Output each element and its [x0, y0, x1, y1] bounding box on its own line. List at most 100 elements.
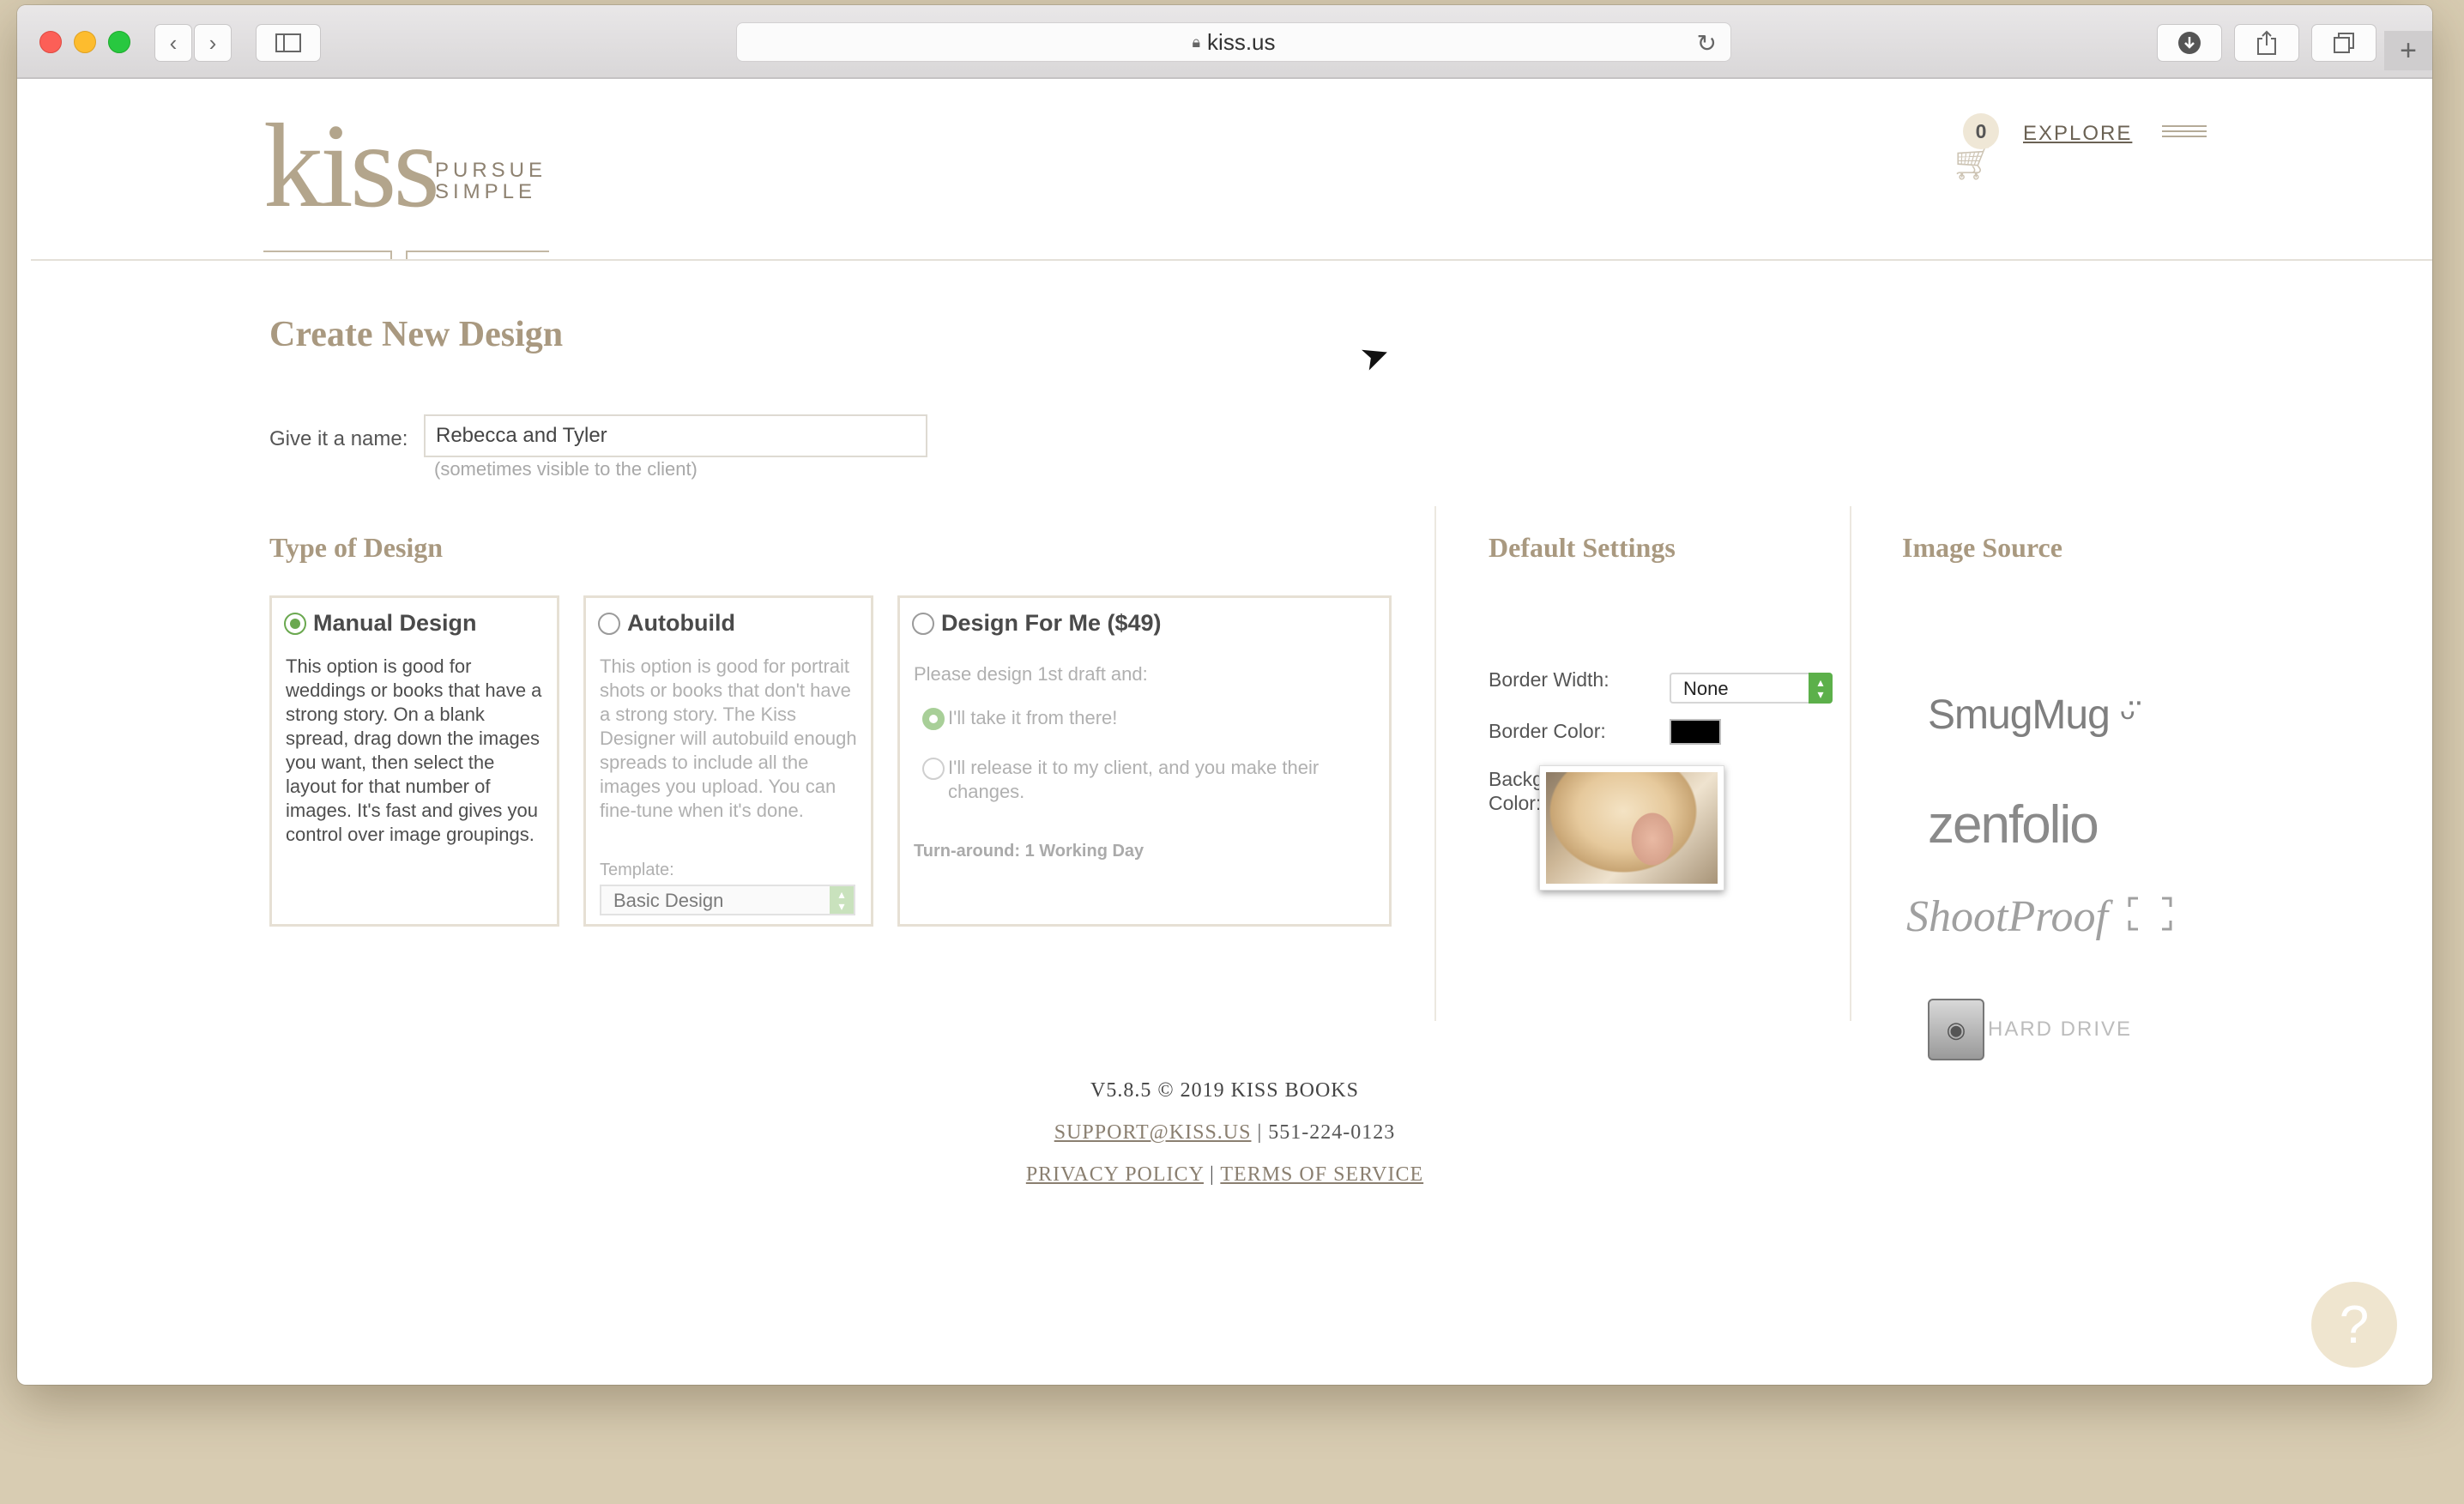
dfm-option-release-to-client[interactable]: I'll release it to my client, and you ma…	[922, 756, 1351, 804]
name-label: Give it a name:	[269, 427, 408, 450]
manual-design-radio[interactable]	[284, 612, 306, 635]
help-icon: ?	[2339, 1295, 2370, 1355]
shootproof-frame-icon	[2128, 897, 2172, 931]
shootproof-label: ShootProof	[1906, 892, 2108, 941]
autobuild-header[interactable]: Autobuild	[598, 610, 735, 637]
autobuild-radio[interactable]	[598, 612, 620, 635]
explore-link[interactable]: EXPLORE	[2023, 122, 2132, 146]
lock-icon: 🔒︎	[1192, 33, 1201, 51]
manual-design-description: This option is good for weddings or book…	[286, 655, 542, 845]
address-bar[interactable]: 🔒︎ kiss.us ↻	[736, 22, 1731, 62]
section-divider-1	[1434, 506, 1436, 1021]
select-arrows-icon: ▴ ▾	[1809, 673, 1833, 704]
dfm-option-take-from-there[interactable]: I'll take it from there!	[922, 706, 1117, 730]
kiss-logo[interactable]: kiss PURSUE SIMPLE	[263, 100, 559, 261]
footer-separator: |	[1257, 1121, 1263, 1144]
footer-legal: PRIVACY POLICY | TERMS OF SERVICE	[17, 1163, 2432, 1187]
manual-design-title: Manual Design	[313, 610, 477, 636]
logo-tagline-line-2: SIMPLE	[435, 180, 537, 203]
tabs-icon	[2334, 33, 2354, 53]
hard-drive-source[interactable]: ◉ HARD DRIVE	[1928, 999, 2132, 1060]
smugmug-label: SmugMug	[1928, 692, 2111, 738]
design-for-me-header[interactable]: Design For Me ($49)	[912, 610, 1162, 637]
browser-toolbar: ‹ › 🔒︎ kiss.us ↻ +	[17, 5, 2432, 79]
template-select[interactable]: Basic Design ▴ ▾	[600, 885, 855, 915]
logo-wordmark: kiss	[263, 100, 440, 233]
hard-drive-icon: ◉	[1928, 999, 1984, 1060]
back-button[interactable]: ‹	[154, 24, 192, 62]
smugmug-logo-icon: ᵕ̈	[2120, 692, 2135, 737]
reload-icon[interactable]: ↻	[1697, 29, 1717, 57]
default-settings-heading: Default Settings	[1489, 532, 1676, 563]
preview-photo	[1546, 772, 1718, 884]
terms-of-service-link[interactable]: TERMS OF SERVICE	[1220, 1163, 1423, 1186]
manual-design-header[interactable]: Manual Design	[284, 610, 477, 637]
autobuild-description: This option is good for portrait shots o…	[600, 655, 857, 821]
page-title: Create New Design	[269, 315, 564, 354]
logo-tagline: PURSUE SIMPLE	[435, 160, 547, 202]
show-tabs-button[interactable]	[2311, 24, 2376, 62]
privacy-policy-link[interactable]: PRIVACY POLICY	[1026, 1163, 1204, 1186]
autobuild-title: Autobuild	[627, 610, 735, 636]
downloads-button[interactable]	[2157, 24, 2222, 62]
logo-tagline-line-1: PURSUE	[435, 159, 547, 182]
border-color-swatch[interactable]	[1670, 719, 1721, 745]
smugmug-source[interactable]: SmugMug ᵕ̈	[1928, 692, 2135, 739]
autobuild-card[interactable]: Autobuild This option is good for portra…	[583, 595, 873, 927]
image-source-heading: Image Source	[1902, 532, 2062, 563]
border-width-label: Border Width:	[1489, 668, 1609, 691]
plus-icon: +	[2400, 33, 2417, 67]
download-icon	[2178, 32, 2201, 54]
design-for-me-title: Design For Me ($49)	[941, 610, 1162, 636]
share-button[interactable]	[2234, 24, 2299, 62]
select-arrows-icon: ▴ ▾	[830, 886, 854, 914]
web-page: kiss PURSUE SIMPLE 🛒︎ 0 EXPLORE Create N…	[17, 81, 2432, 1385]
zenfolio-label: zenfolio	[1928, 795, 2099, 855]
chevron-right-icon: ›	[208, 29, 217, 56]
footer-phone: 551-224-0123	[1268, 1121, 1396, 1144]
cart-button[interactable]: 🛒︎ 0	[1948, 113, 2008, 182]
design-for-me-card[interactable]: Design For Me ($49) Please design 1st dr…	[897, 595, 1392, 927]
turnaround-text: Turn-around: 1 Working Day	[914, 842, 1144, 861]
name-hint: (sometimes visible to the client)	[434, 458, 698, 480]
design-name-input[interactable]	[424, 414, 927, 457]
design-for-me-prompt: Please design 1st draft and:	[914, 663, 1148, 685]
dfm-option-1-radio[interactable]	[922, 708, 945, 730]
border-color-label: Border Color:	[1489, 720, 1606, 742]
close-window-button[interactable]	[39, 31, 62, 53]
sidebar-icon	[275, 33, 301, 52]
border-width-select[interactable]: None ▴ ▾	[1670, 673, 1833, 704]
section-divider-2	[1850, 506, 1851, 1021]
cart-count-badge: 0	[1963, 113, 1999, 149]
cart-icon: 🛒︎	[1951, 144, 1995, 182]
chevron-left-icon: ‹	[169, 29, 178, 56]
forward-button[interactable]: ›	[194, 24, 232, 62]
background-preview-image	[1539, 765, 1724, 891]
new-tab-button[interactable]: +	[2384, 31, 2432, 70]
help-button[interactable]: ?	[2311, 1282, 2397, 1368]
shootproof-source[interactable]: ShootProof	[1906, 891, 2172, 942]
footer-contact: SUPPORT@KISS.US | 551-224-0123	[17, 1121, 2432, 1145]
support-email-link[interactable]: SUPPORT@KISS.US	[1054, 1121, 1252, 1144]
header-divider	[31, 259, 2432, 261]
url-text: kiss.us	[1207, 28, 1276, 55]
template-label: Template:	[600, 861, 674, 879]
design-for-me-radio[interactable]	[912, 612, 934, 635]
border-width-value: None	[1683, 678, 1729, 699]
dfm-option-2-label: I'll release it to my client, and you ma…	[948, 757, 1320, 802]
minimize-window-button[interactable]	[74, 31, 96, 53]
manual-design-card[interactable]: Manual Design This option is good for we…	[269, 595, 559, 927]
type-of-design-heading: Type of Design	[269, 532, 444, 563]
share-icon	[2257, 30, 2276, 55]
sidebar-button[interactable]	[256, 24, 321, 62]
hard-drive-label: HARD DRIVE	[1988, 1018, 2133, 1041]
menu-icon[interactable]	[2162, 125, 2207, 139]
zoom-window-button[interactable]	[108, 31, 130, 53]
footer-separator: |	[1209, 1163, 1215, 1186]
browser-window: ‹ › 🔒︎ kiss.us ↻ + kiss PURSUE SIMPLE 🛒︎…	[17, 5, 2432, 1385]
dfm-option-2-radio[interactable]	[922, 758, 945, 780]
mouse-cursor-icon: ➤	[1355, 333, 1396, 379]
zenfolio-source[interactable]: zenfolio	[1928, 794, 2099, 855]
dfm-option-1-label: I'll take it from there!	[948, 707, 1118, 728]
template-select-value: Basic Design	[613, 890, 724, 911]
